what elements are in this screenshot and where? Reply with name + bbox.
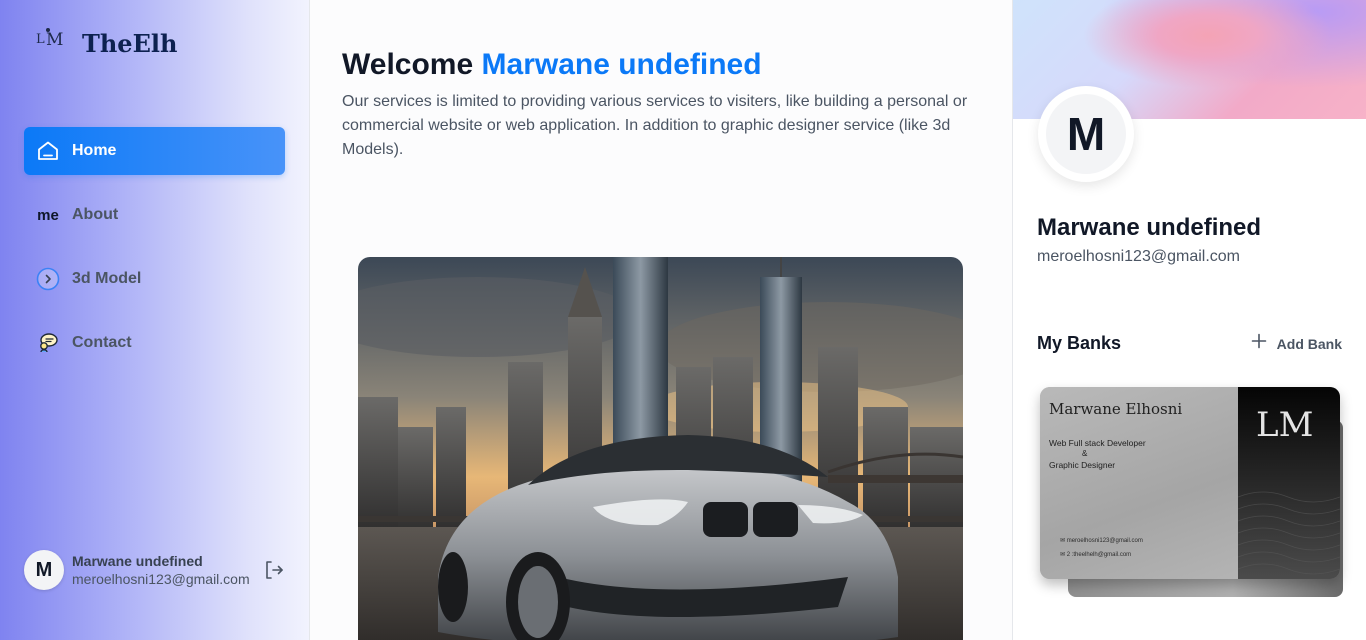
sidebar-item-label: 3d Model — [72, 270, 142, 287]
sidebar-nav: Home me About 3d Model Contact — [24, 127, 285, 383]
user-info: Marwane undefined meroelhosni123@gmail.c… — [72, 553, 262, 587]
me-icon: me — [37, 206, 59, 224]
logout-icon[interactable] — [262, 558, 286, 582]
contact-icon — [36, 331, 60, 355]
sidebar-item-label: About — [72, 206, 119, 223]
mail-icon: ✉ — [1060, 538, 1067, 544]
profile-email: meroelhosni123@gmail.com — [1037, 248, 1240, 265]
profile-name: Marwane undefined — [1037, 214, 1262, 241]
brand-name: TheElh — [82, 28, 178, 58]
profile-avatar-initial: M — [1046, 94, 1126, 174]
sidebar-item-home[interactable]: Home — [24, 127, 285, 175]
profile-panel: M Marwane undefined meroelhosni123@gmail… — [1012, 0, 1366, 640]
sidebar: LM TheElh Home me About 3d Model Contact… — [0, 0, 310, 640]
logo-mark-icon: LM — [36, 28, 64, 50]
user-name: Marwane undefined — [72, 553, 203, 569]
profile-avatar[interactable]: M — [1038, 86, 1134, 182]
add-bank-button[interactable]: Add Bank — [1251, 333, 1342, 354]
sidebar-item-contact[interactable]: Contact — [24, 319, 285, 367]
add-bank-label: Add Bank — [1276, 335, 1342, 352]
card-holder-name: Marwane Elhosni — [1049, 400, 1183, 418]
card-role-line2: Graphic Designer — [1049, 460, 1116, 470]
page-title: Welcome Marwane undefined — [342, 48, 762, 82]
sidebar-item-about[interactable]: me About — [24, 191, 285, 239]
avatar[interactable]: M — [24, 550, 64, 590]
welcome-name: Marwane undefined — [481, 48, 762, 81]
banks-title: My Banks — [1037, 333, 1122, 353]
home-icon — [36, 139, 60, 163]
card-role-line1: Web Full stack Developer — [1049, 438, 1146, 448]
mail-icon: ✉ — [1060, 552, 1067, 558]
user-email: meroelhosni123@gmail.com — [72, 571, 250, 587]
bank-card[interactable]: Marwane Elhosni Web Full stack Developer… — [1040, 387, 1340, 579]
sidebar-item-label: Home — [72, 142, 117, 159]
page-description: Our services is limited to providing var… — [342, 93, 968, 158]
sidebar-item-label: Contact — [72, 334, 132, 351]
sidebar-user: M Marwane undefined meroelhosni123@gmail… — [24, 550, 286, 590]
brand-logo[interactable]: LM TheElh — [36, 28, 177, 58]
card-contact-email: ✉ meroelhosni123@gmail.com — [1060, 538, 1143, 544]
hero-image — [358, 257, 963, 640]
welcome-prefix: Welcome — [342, 48, 474, 81]
card-ampersand: & — [1082, 449, 1088, 458]
chevron-right-circle-icon — [36, 267, 60, 291]
sidebar-item-3d-model[interactable]: 3d Model — [24, 255, 285, 303]
plus-icon — [1251, 333, 1267, 354]
card-logo: LM — [1256, 405, 1314, 445]
main-content: Welcome Marwane undefined Our services i… — [310, 0, 1012, 640]
card-contact-email-2: ✉ 2 :theelhelh@gmail.com — [1060, 552, 1132, 558]
